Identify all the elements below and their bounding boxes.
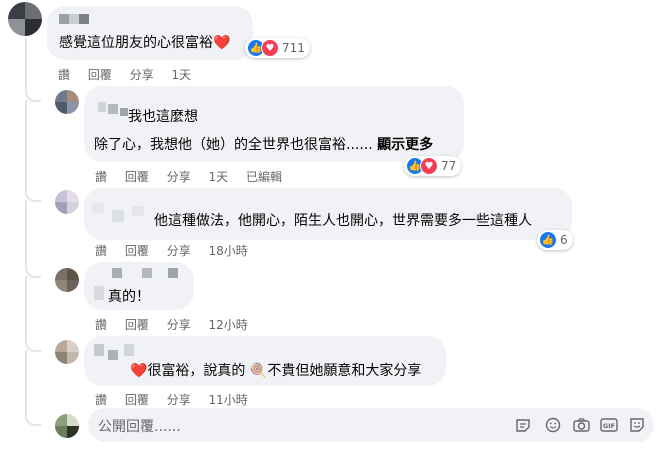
comment-bubble: 他這種做法，他開心，陌生人也開心，世界需要多一些這種人 (84, 188, 572, 240)
avatar[interactable] (8, 2, 42, 36)
like-button[interactable]: 讚 (95, 244, 107, 258)
timestamp[interactable]: 18小時 (209, 244, 248, 258)
timestamp[interactable]: 11小時 (209, 393, 248, 407)
comment-bubble: 真的！ (84, 262, 194, 310)
svg-text:GIF: GIF (603, 422, 615, 430)
gif-icon[interactable]: GIF (600, 416, 618, 434)
reply-input[interactable]: 公開回覆...... GIF (88, 408, 654, 442)
share-button[interactable]: 分享 (167, 170, 191, 184)
comment-bubble: 我也這麼想 除了心，我想他（她）的全世界也很富裕...... 顯示更多 (84, 86, 464, 162)
comment-bubble: ❤️很富裕，說真的 🍭不貴但她願意和大家分享 (84, 336, 446, 386)
like-button[interactable]: 讚 (95, 170, 107, 184)
reaction-summary[interactable]: 👍 6 (537, 230, 573, 250)
see-more-link[interactable]: 顯示更多 (377, 137, 433, 153)
thread-line (25, 276, 41, 352)
like-button[interactable]: 讚 (95, 393, 107, 407)
reply-button[interactable]: 回覆 (125, 393, 149, 407)
share-button[interactable]: 分享 (167, 318, 191, 332)
reaction-summary[interactable]: 👍 ♥ 711 (245, 38, 310, 58)
edited-label[interactable]: 已編輯 (246, 170, 282, 184)
reply-button[interactable]: 回覆 (125, 318, 149, 332)
like-button[interactable]: 讚 (95, 318, 107, 332)
timestamp[interactable]: 1天 (209, 170, 229, 184)
comment-text: 很富裕，說真的 (147, 363, 246, 379)
reply-button[interactable]: 回覆 (125, 244, 149, 258)
love-icon: ♥ (420, 157, 438, 175)
thread-line (25, 38, 41, 102)
comment-bubble: 感覺這位朋友的心很富裕❤️ (47, 6, 253, 60)
comment-text: 不貴但她願意和大家分享 (267, 363, 422, 379)
avatar-sticker-icon[interactable] (628, 416, 646, 434)
love-icon: ♥ (261, 39, 279, 57)
like-icon: 👍 (539, 231, 557, 249)
timestamp[interactable]: 12小時 (209, 318, 248, 332)
avatar[interactable] (55, 268, 79, 292)
camera-icon[interactable] (572, 416, 590, 434)
avatar[interactable] (55, 190, 79, 214)
avatar[interactable] (55, 340, 79, 364)
thread-line (25, 350, 41, 426)
emoji-icon[interactable] (544, 416, 562, 434)
like-button[interactable]: 讚 (58, 68, 70, 82)
timestamp[interactable]: 1天 (172, 68, 192, 82)
share-button[interactable]: 分享 (167, 393, 191, 407)
comment-text: 感覺這位朋友的心很富裕 (59, 35, 213, 51)
avatar[interactable] (55, 90, 79, 114)
reply-placeholder: 公開回覆...... (98, 419, 181, 435)
lollipop-emoji: 🍭 (249, 363, 268, 379)
thread-line (25, 200, 41, 278)
comment-text: 除了心，我想他（她）的全世界也很富裕...... (94, 137, 373, 153)
reply-button[interactable]: 回覆 (125, 170, 149, 184)
reaction-summary[interactable]: 👍 ♥ 77 (404, 156, 462, 176)
thread-line (25, 100, 41, 202)
share-button[interactable]: 分享 (130, 68, 154, 82)
reaction-count: 711 (282, 41, 305, 55)
reaction-count: 6 (560, 233, 568, 247)
reaction-count: 77 (441, 159, 457, 173)
heart-emoji: ❤️ (213, 35, 231, 51)
comment-text: 真的！ (108, 289, 150, 305)
comment-text: 我也這麼想 (128, 109, 198, 125)
avatar[interactable] (55, 414, 79, 438)
sticker-icon[interactable] (514, 416, 532, 434)
reply-button[interactable]: 回覆 (88, 68, 112, 82)
share-button[interactable]: 分享 (167, 244, 191, 258)
heart-emoji: ❤️ (130, 363, 148, 379)
comment-text: 他這種做法，他開心，陌生人也開心，世界需要多一些這種人 (154, 213, 532, 229)
